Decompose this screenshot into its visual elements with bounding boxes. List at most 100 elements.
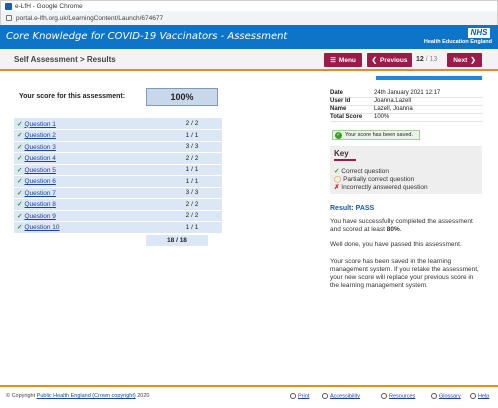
window-title: e-LfH - Google Chrome: [15, 2, 83, 10]
table-row: ✓ Question 73 / 3: [14, 187, 222, 199]
key-correct: ✓ Correct question: [334, 167, 389, 175]
completion-message: You have successfully completed the asse…: [330, 218, 480, 234]
question-cell: ✓ Question 8: [14, 198, 162, 211]
total-score: 18 / 18: [146, 235, 208, 246]
address-bar[interactable]: portal.e-lfh.org.uk/LearningContent/Laun…: [0, 11, 498, 25]
progress-bar: [376, 76, 482, 80]
key-title: Key: [334, 149, 349, 158]
help-link[interactable]: Help: [470, 393, 489, 399]
page-indicator: 12 / 13: [416, 56, 437, 63]
score-value: 100%: [146, 88, 218, 106]
partial-circle-icon: ◯: [334, 176, 342, 183]
key-partial-label: Partially correct question: [343, 176, 415, 183]
question-link[interactable]: Question 7: [24, 190, 55, 197]
glossary-icon: [431, 393, 437, 399]
resources-label: Resources: [389, 393, 416, 400]
question-link[interactable]: Question 3: [24, 144, 55, 151]
course-title: Core Knowledge for COVID-19 Vaccinators …: [6, 31, 288, 42]
check-icon: ✓: [334, 168, 340, 175]
resources-link[interactable]: Resources: [381, 393, 415, 399]
result-heading: Result: PASS: [330, 205, 375, 212]
name-value: Lazell, Joanna: [374, 105, 482, 114]
table-row: ✓ Question 42 / 2: [14, 152, 222, 165]
question-link[interactable]: Question 2: [24, 132, 55, 139]
toolbar: Self Assessment > Results ☰ Menu ❮ Previ…: [0, 49, 498, 71]
lock-icon: [6, 15, 12, 21]
question-link[interactable]: Question 1: [24, 121, 55, 128]
menu-icon: ☰: [330, 57, 336, 64]
table-row: ✓ Question 51 / 1: [14, 164, 222, 176]
check-icon: ✓: [17, 201, 23, 209]
previous-button-label: Previous: [379, 56, 408, 64]
question-link[interactable]: Question 4: [24, 155, 55, 162]
copyright-year: 2020: [135, 393, 150, 399]
question-score: 2 / 2: [162, 210, 222, 222]
name-label: Name: [330, 105, 374, 114]
check-icon: ✓: [17, 166, 23, 174]
table-row: ✓ Question 3 3 / 3: [14, 141, 222, 153]
question-score: 2 / 2: [162, 198, 222, 211]
total-score-value: 100%: [374, 113, 482, 122]
footer: © Copyright Public Health England (Crown…: [0, 385, 498, 408]
accessibility-link[interactable]: Accessibility: [322, 393, 360, 399]
page-current: 12: [416, 56, 424, 63]
question-cell: ✓ Question 9: [14, 210, 162, 222]
question-link[interactable]: Question 5: [24, 167, 55, 174]
question-cell: ✓ Question 7: [14, 187, 162, 199]
date-label: Date: [330, 89, 374, 98]
accessibility-icon: [322, 393, 328, 399]
print-link[interactable]: Print: [290, 393, 309, 399]
question-cell: ✓ Question 10: [14, 221, 162, 234]
question-score: 1 / 1: [162, 129, 222, 142]
question-cell: ✓ Question 6: [14, 175, 162, 188]
table-row: ✓ Question 10 1 / 1: [14, 221, 222, 234]
key-partial: ◯ Partially correct question: [334, 175, 414, 183]
question-link[interactable]: Question 9: [24, 213, 55, 220]
key-incorrect-label: Incorrectly answered question: [341, 184, 428, 191]
question-cell: ✓ Question 4: [14, 152, 162, 165]
table-row: ✓ Question 61 / 1: [14, 175, 222, 188]
previous-button[interactable]: ❮ Previous: [367, 53, 412, 67]
check-icon: ✓: [17, 212, 23, 220]
question-cell: ✓ Question 2: [14, 129, 162, 142]
date-value: 24th January 2021 12:17: [374, 89, 482, 98]
menu-button-label: Menu: [338, 56, 356, 64]
question-link[interactable]: Question 10: [24, 224, 59, 231]
copyright-link[interactable]: Public Health England (Crown copyright): [37, 393, 136, 399]
question-score: 3 / 3: [162, 141, 222, 153]
total-score-label: Total Score: [330, 113, 374, 122]
help-icon: [470, 393, 476, 399]
question-cell: ✓ Question 5: [14, 164, 162, 176]
check-icon: ✓: [17, 132, 23, 140]
question-link[interactable]: Question 8: [24, 201, 55, 208]
menu-button[interactable]: ☰ Menu: [324, 53, 362, 67]
question-cell: ✓ Question 1: [14, 118, 162, 130]
print-label: Print: [298, 393, 310, 400]
url-text[interactable]: portal.e-lfh.org.uk/LearningContent/Laun…: [16, 15, 163, 22]
table-row: ✓ Question 82 / 2: [14, 198, 222, 211]
print-icon: [290, 393, 296, 399]
saved-lms-message: Your score has been saved in the learnin…: [330, 258, 479, 289]
next-button-label: Next: [453, 56, 468, 64]
glossary-link[interactable]: Glossary: [431, 393, 461, 399]
check-icon: ✓: [17, 189, 23, 197]
check-icon: ✓: [17, 143, 23, 151]
userid-label: User Id: [330, 97, 374, 106]
nhs-logo: NHS: [468, 28, 490, 38]
score-label: Your score for this assessment:: [19, 93, 126, 100]
next-button[interactable]: Next ❯: [447, 53, 482, 67]
chevron-left-icon: ❮: [371, 57, 377, 64]
resources-icon: [381, 393, 387, 399]
key-panel: Key ✓ Correct question ◯ Partially corre…: [330, 146, 482, 194]
browser-title-bar: e-LfH - Google Chrome: [0, 0, 498, 11]
check-icon: ✓: [17, 155, 23, 163]
app-header: Core Knowledge for COVID-19 Vaccinators …: [0, 25, 498, 49]
check-icon: ✓: [17, 178, 23, 186]
question-score: 2 / 2: [162, 152, 222, 165]
page-total: / 13: [425, 56, 438, 63]
question-link[interactable]: Question 6: [24, 178, 55, 185]
completion-period: .: [399, 226, 402, 233]
passed-message: Well done, you have passed this assessme…: [330, 241, 462, 248]
check-icon: ✓: [17, 224, 23, 232]
pass-threshold: 80%: [386, 226, 400, 233]
